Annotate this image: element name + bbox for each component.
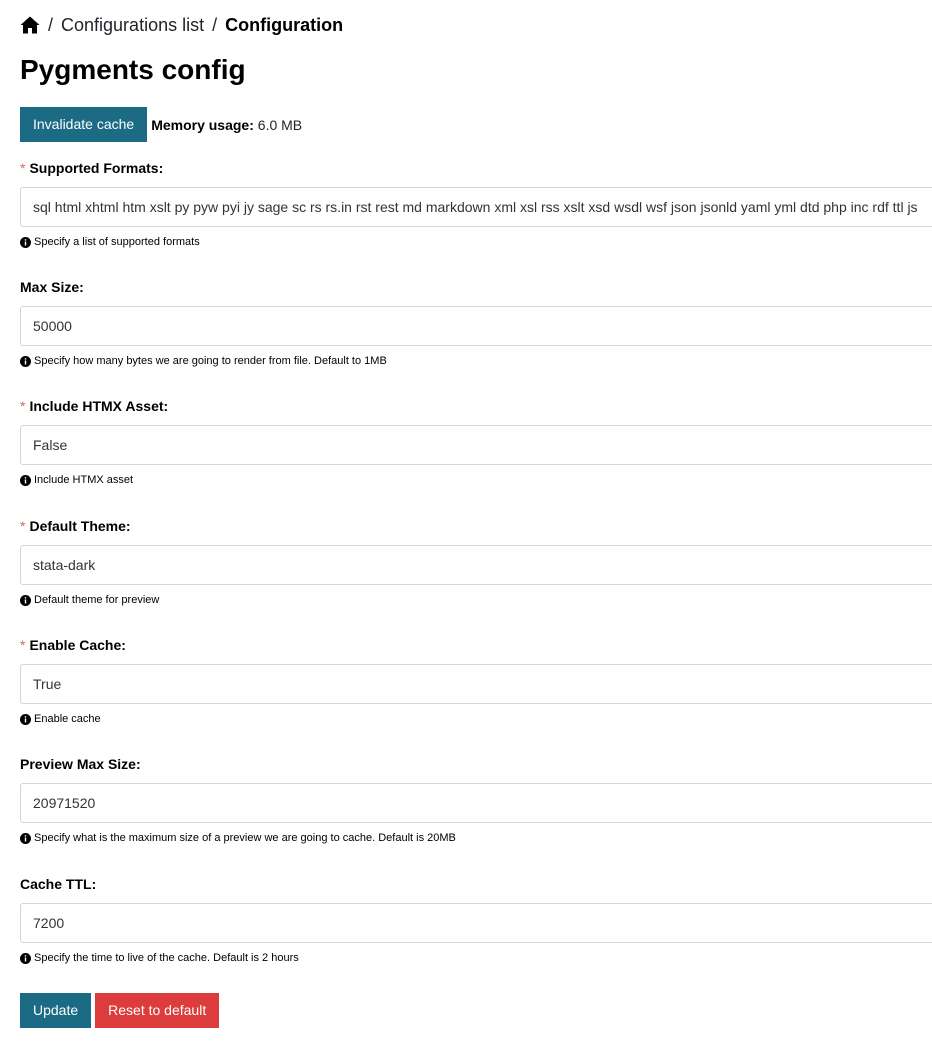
field-label: Max Size: xyxy=(20,279,84,295)
reset-to-default-button[interactable]: Reset to default xyxy=(95,993,220,1028)
field-label: Preview Max Size: xyxy=(20,756,141,772)
memory-usage-value: 6.0 MB xyxy=(257,116,303,133)
info-icon xyxy=(20,594,31,606)
breadcrumb-separator: / xyxy=(48,15,54,35)
required-marker: * xyxy=(20,637,26,653)
field-preview-max-size: Preview Max Size: Specify what is the ma… xyxy=(20,755,932,844)
info-icon xyxy=(20,713,31,725)
memory-usage-label: Memory usage: xyxy=(151,116,254,133)
field-help: Specify what is the maximum size of a pr… xyxy=(20,831,456,845)
breadcrumb: / Configurations list / Configuration xyxy=(20,14,343,36)
preview-max-size-input[interactable] xyxy=(20,783,932,823)
field-help: Enable cache xyxy=(20,712,101,726)
field-enable-cache: *Enable Cache: Enable cache xyxy=(20,636,932,725)
supported-formats-input[interactable] xyxy=(20,187,932,227)
field-default-theme: *Default Theme: Default theme for previe… xyxy=(20,517,932,606)
memory-usage: Memory usage: 6.0 MB xyxy=(151,117,302,133)
field-max-size: Max Size: Specify how many bytes we are … xyxy=(20,278,932,367)
field-supported-formats: *Supported Formats: Specify a list of su… xyxy=(20,159,932,248)
cache-ttl-input[interactable] xyxy=(20,903,932,943)
form-actions: Update Reset to default xyxy=(20,993,223,1028)
info-icon xyxy=(20,832,31,844)
enable-cache-input[interactable] xyxy=(20,664,932,704)
home-icon[interactable] xyxy=(20,16,40,34)
update-button[interactable]: Update xyxy=(20,993,92,1028)
required-marker: * xyxy=(20,398,26,414)
include-htmx-asset-input[interactable] xyxy=(20,425,932,465)
field-label: * Default Theme: xyxy=(20,518,131,534)
field-label: * Supported Formats: xyxy=(20,160,164,176)
field-include-htmx-asset: *Include HTMX Asset: Include HTMX asset xyxy=(20,397,932,486)
breadcrumb-current: Configuration xyxy=(225,15,344,35)
toolbar: Invalidate cache Memory usage: 6.0 MB xyxy=(20,107,302,142)
field-help: Specify how many bytes we are going to r… xyxy=(20,354,387,368)
invalidate-cache-button[interactable]: Invalidate cache xyxy=(20,107,148,142)
info-icon xyxy=(20,236,31,248)
field-help: Include HTMX asset xyxy=(20,473,133,487)
breadcrumb-separator: / xyxy=(212,15,218,35)
field-help: Default theme for preview xyxy=(20,593,159,607)
breadcrumb-configurations-list[interactable]: Configurations list xyxy=(61,14,204,36)
field-cache-ttl: Cache TTL: Specify the time to live of t… xyxy=(20,875,932,964)
info-icon xyxy=(20,355,31,367)
default-theme-input[interactable] xyxy=(20,545,932,585)
max-size-input[interactable] xyxy=(20,306,932,346)
field-label: * Enable Cache: xyxy=(20,637,126,653)
field-help: Specify a list of supported formats xyxy=(20,235,200,249)
field-label: * Include HTMX Asset: xyxy=(20,398,169,414)
required-marker: * xyxy=(20,160,26,176)
page-title: Pygments config xyxy=(20,54,246,85)
field-label: Cache TTL: xyxy=(20,876,97,892)
required-marker: * xyxy=(20,518,26,534)
field-help: Specify the time to live of the cache. D… xyxy=(20,951,299,965)
info-icon xyxy=(20,952,31,964)
info-icon xyxy=(20,474,31,486)
